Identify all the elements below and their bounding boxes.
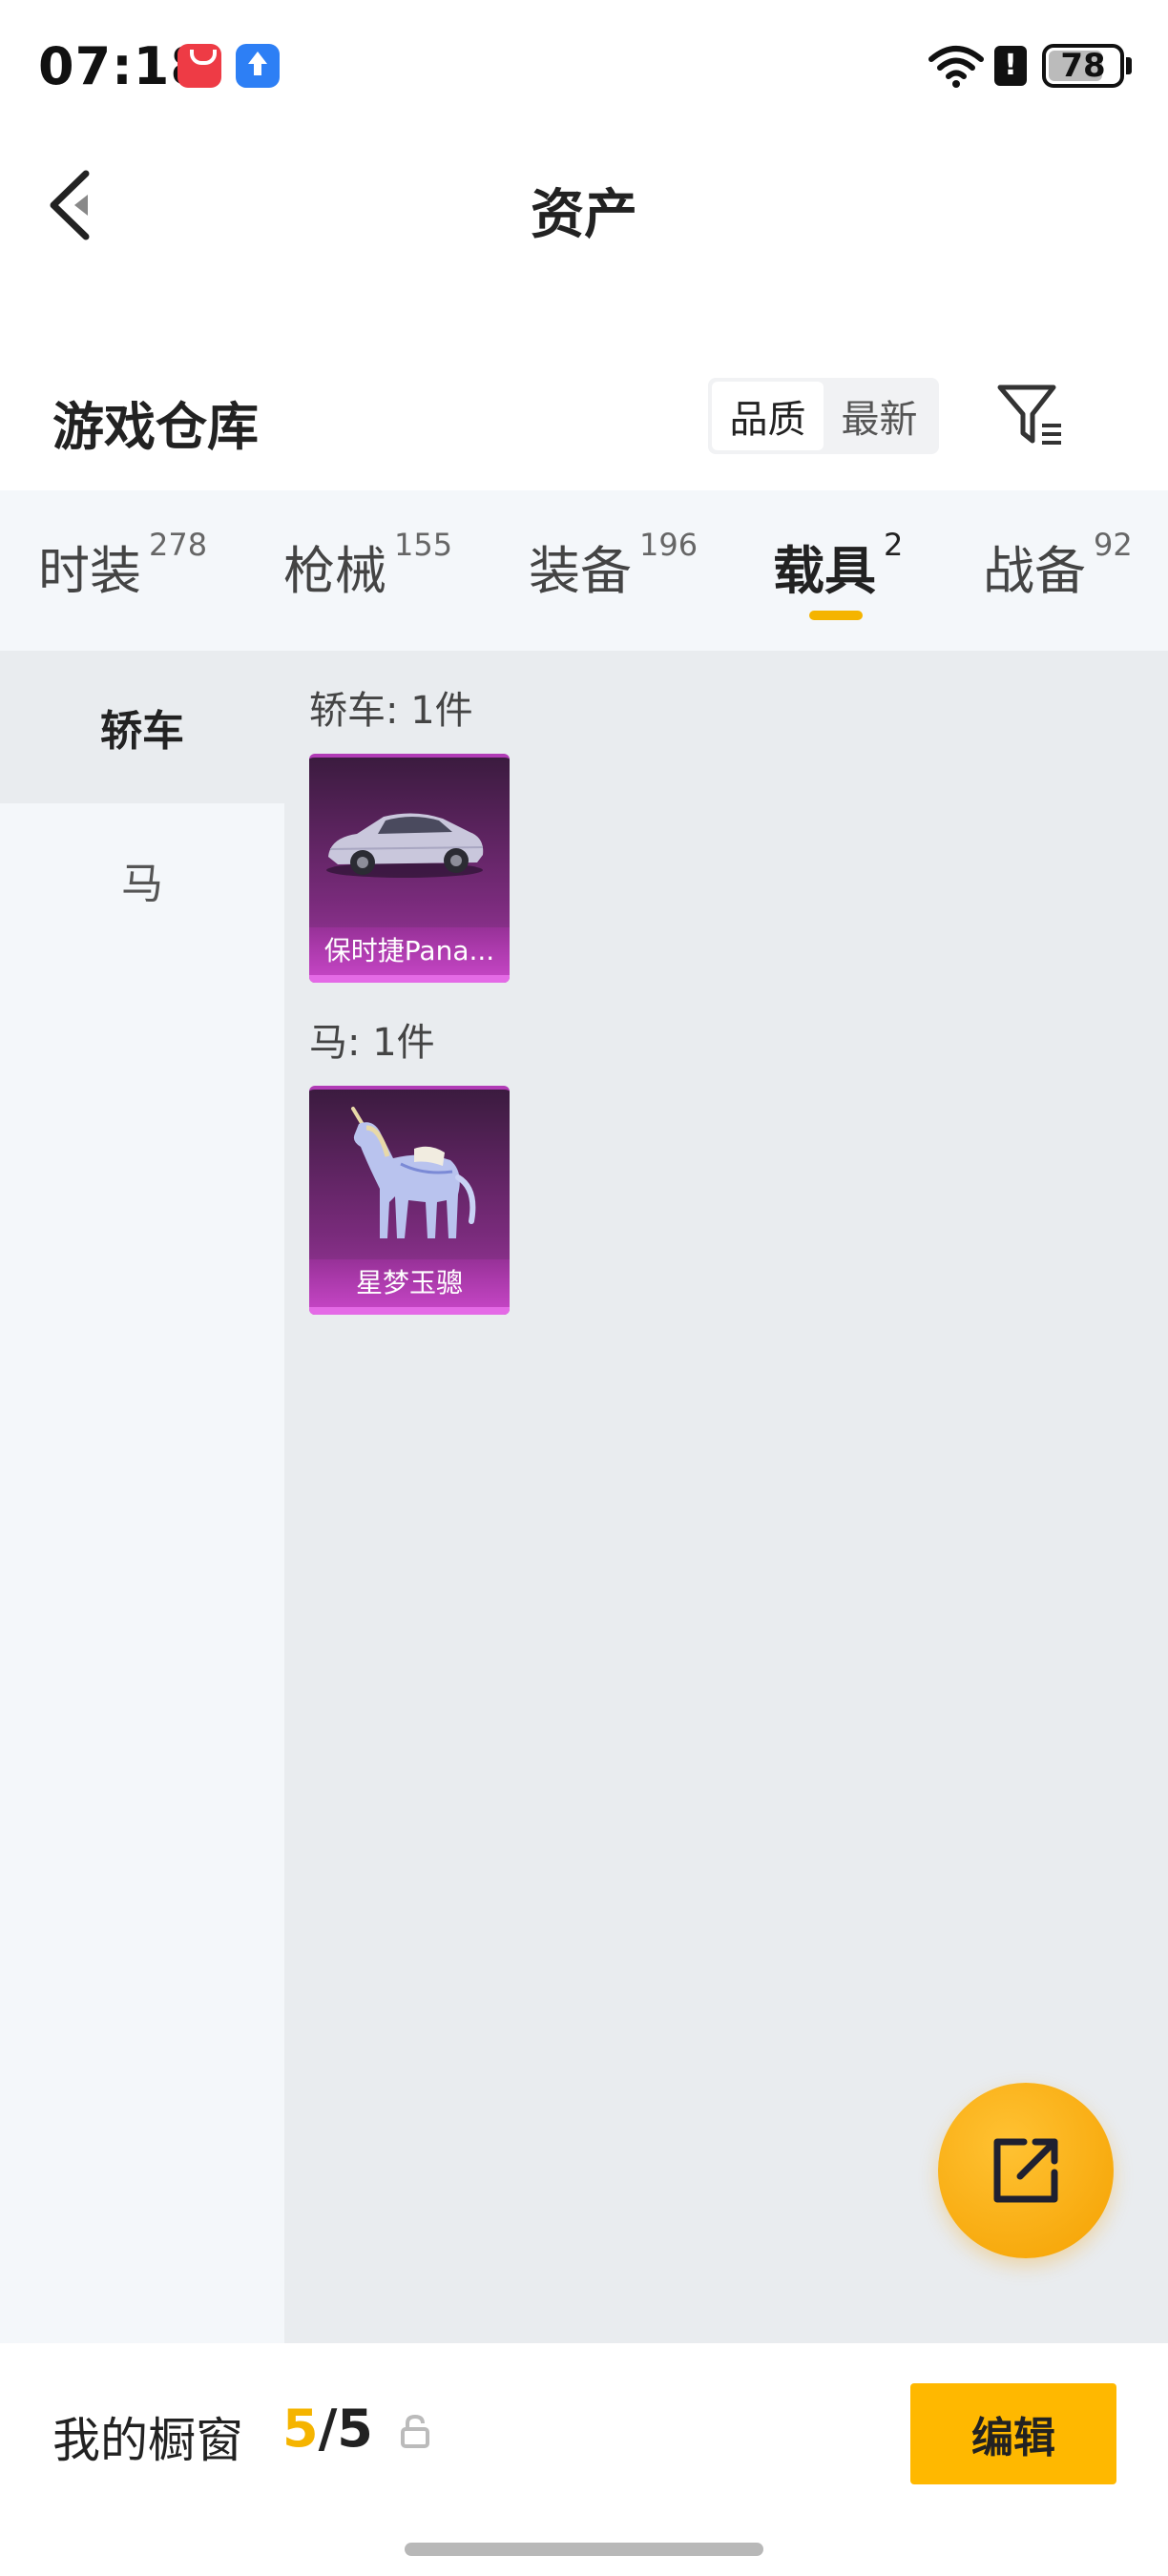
upload-icon [236,44,280,88]
sort-newest-option[interactable]: 最新 [824,382,935,450]
sidebar-item-sedan[interactable]: 轿车 [0,651,284,803]
group-label-horse: 马: 1件 [309,1021,435,1065]
sidebar-item-horse[interactable]: 马 [0,803,284,956]
tab-fashion[interactable]: 时装 278 [38,527,208,604]
tab-vehicles[interactable]: 载具 2 [773,527,904,604]
filter-icon [997,384,1061,445]
battery-icon: 78 [1042,44,1124,88]
unicorn-image [351,1107,476,1238]
tab-equipment[interactable]: 装备 196 [529,527,699,604]
showcase-bar: 我的橱窗 5/5 编辑 [0,2343,1168,2576]
tab-count: 92 [1094,527,1133,563]
item-name: 保时捷Pana... [309,927,510,975]
lock-icon [401,2414,429,2448]
alert-icon: ! [994,46,1027,86]
showcase-count-current: 5 [282,2399,319,2459]
showcase-count: 5/5 [282,2399,373,2459]
showcase-count-total: /5 [318,2399,373,2459]
tab-count: 278 [149,527,208,563]
item-name: 星梦玉骢 [309,1259,510,1307]
tab-label: 载具 [773,541,876,601]
battery-level: 78 [1060,47,1106,85]
category-tabs: 时装 278 枪械 155 装备 196 载具 2 战备 92 [0,490,1168,651]
subcategory-sidebar: 轿车 马 [0,651,284,2343]
wifi-icon [928,46,984,88]
tab-count: 196 [639,527,699,563]
sort-toggle: 品质 最新 [708,378,939,454]
item-card[interactable]: 星梦玉骢 [309,1086,510,1315]
filter-button[interactable] [994,382,1067,450]
group-label-sedan: 轿车: 1件 [309,689,473,733]
car-image [326,813,484,878]
edit-button[interactable]: 编辑 [910,2383,1116,2484]
active-tab-indicator [809,611,863,620]
showcase-label: 我的橱窗 [52,2413,243,2468]
battery-tip [1126,57,1132,74]
item-card[interactable]: 保时捷Pana... [309,754,510,983]
tab-firearms[interactable]: 枪械 155 [283,527,453,604]
tab-label: 战备 [983,541,1086,601]
app-gallery-icon [177,44,221,88]
status-bar: 07:18 ! 78 [0,0,1168,134]
tab-label: 时装 [38,541,141,601]
tab-label: 装备 [529,541,632,601]
share-button[interactable] [938,2083,1114,2258]
tab-battle-prep[interactable]: 战备 92 [983,527,1133,604]
home-indicator[interactable] [405,2543,763,2556]
sort-quality-option[interactable]: 品质 [712,382,824,450]
tab-label: 枪械 [283,541,386,601]
page-title: 资产 [531,184,637,246]
share-icon [993,2138,1058,2203]
tab-count: 2 [884,527,904,563]
tab-count: 155 [394,527,453,563]
warehouse-title: 游戏仓库 [52,397,259,457]
